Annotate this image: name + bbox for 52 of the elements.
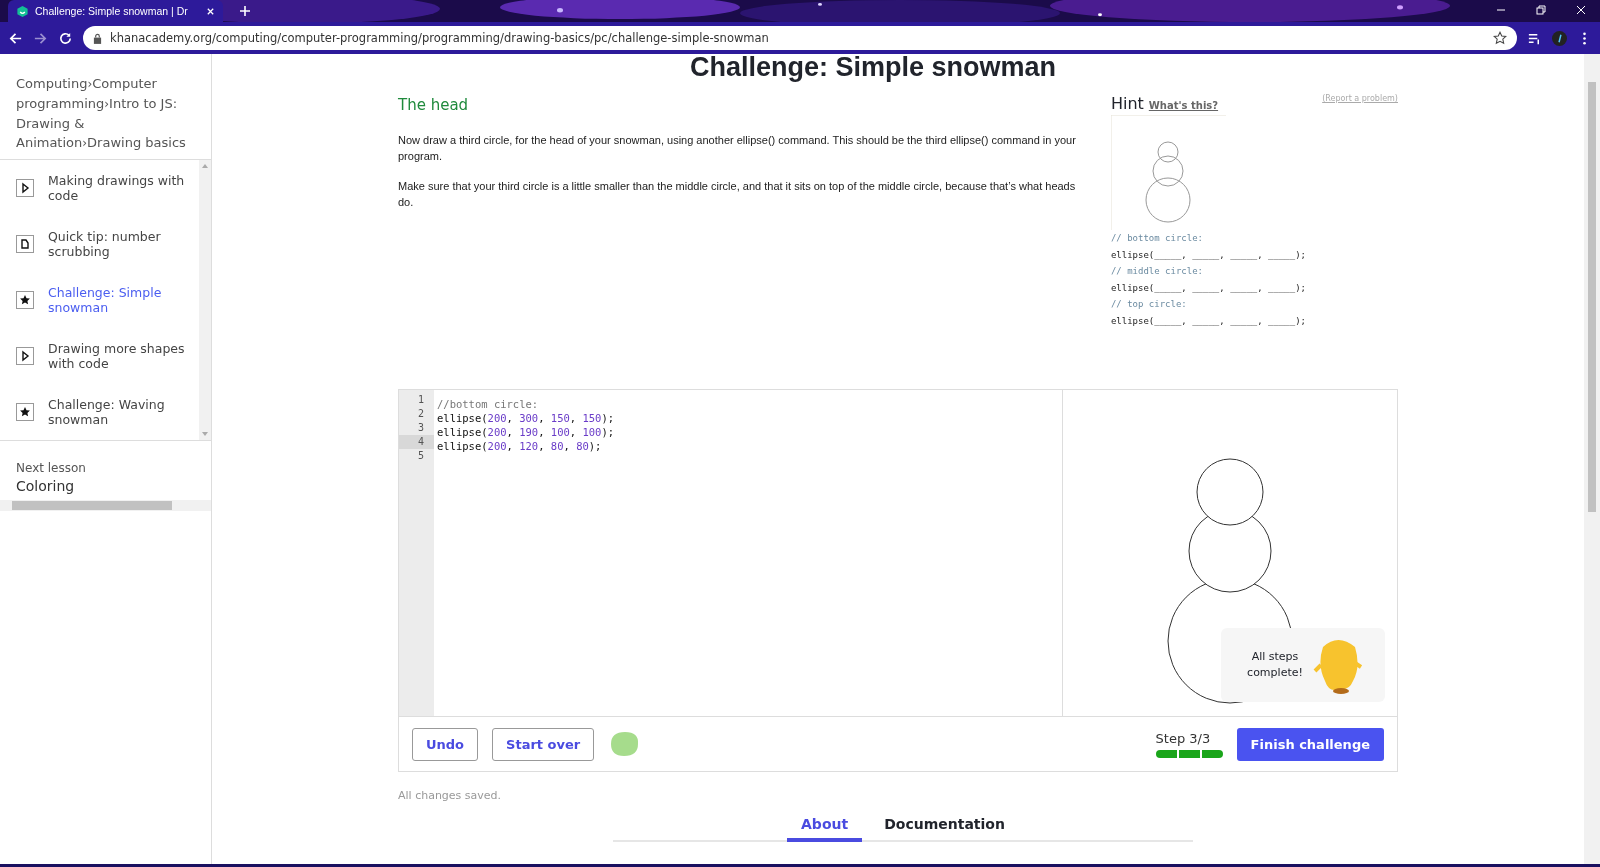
- lock-icon: [93, 32, 102, 44]
- lesson-item[interactable]: Challenge: Waving snowman: [0, 384, 199, 440]
- lesson-item[interactable]: Drawing more shapes with code: [0, 328, 199, 384]
- hint-code-line: ellipse(_____, _____, _____, _____);: [1110, 281, 1307, 295]
- toast-message: All steps complete!: [1246, 649, 1304, 681]
- star-icon[interactable]: [1493, 31, 1507, 45]
- horizontal-scrollbar[interactable]: [0, 500, 211, 511]
- blob-drawing: [608, 730, 641, 758]
- step-heading: The head: [398, 96, 470, 114]
- code-line: ellipse(200, 300, 150, 150);: [437, 412, 615, 424]
- hint-code-line: // top circle:: [1110, 298, 1188, 311]
- play-icon: [16, 179, 34, 197]
- lesson-item[interactable]: Making drawings with code: [0, 160, 199, 216]
- restore-icon[interactable]: [1536, 5, 1546, 15]
- code-line: //bottom circle:: [437, 398, 539, 410]
- breadcrumb-trail[interactable]: Computing›Computer programming›Intro to JS: Drawing & Animation›Drawing basics: [16, 74, 197, 153]
- instruction-paragraph: Now draw a third circle, for the head of your snowman, using another ellipse() command. This should be the third ellipse() command in your program.: [398, 133, 1077, 164]
- page-scrollbar[interactable]: [1584, 54, 1600, 864]
- page-title: Challenge: Simple snowman: [688, 54, 1058, 84]
- next-lesson-link[interactable]: Coloring: [16, 478, 195, 494]
- content-tab[interactable]: About: [787, 812, 863, 842]
- profile-avatar-icon[interactable]: [1552, 30, 1567, 46]
- plus-icon[interactable]: [239, 5, 251, 17]
- instruction-paragraph: Make sure that your third circle is a little smaller than the middle circle, and that it sits on top of the middle circle, because that’s what heads do.: [398, 179, 1077, 210]
- hint-code-line: // middle circle:: [1110, 265, 1205, 278]
- document-icon: [16, 235, 34, 253]
- next-lesson-label: Next lesson: [16, 461, 87, 475]
- finish-challenge-button[interactable]: Finish challenge: [1236, 727, 1384, 761]
- close-icon[interactable]: [206, 6, 215, 16]
- address-bar[interactable]: khanacademy.org/computing/computer-programming/programming/drawing-basics/pc/challenge-simple-snowman: [83, 26, 1517, 50]
- hexagon-logo-icon: [16, 4, 29, 18]
- lesson-item[interactable]: Quick tip: number scrubbing: [0, 216, 199, 272]
- line-number: 2: [416, 407, 425, 421]
- save-status: All changes saved.: [398, 789, 503, 802]
- hint-code-line: ellipse(_____, _____, _____, _____);: [1110, 314, 1307, 328]
- start-over-button[interactable]: Start over: [492, 727, 595, 761]
- undo-button[interactable]: Undo: [412, 727, 479, 761]
- step-counter: Step 3/3: [1155, 730, 1212, 746]
- code-line: ellipse(200, 120, 80, 80);: [437, 440, 602, 452]
- close-icon[interactable]: [1576, 5, 1586, 15]
- line-number: 3: [416, 421, 425, 435]
- content-tab[interactable]: Documentation: [870, 812, 1019, 842]
- hint-title: Hint: [1110, 94, 1144, 113]
- whats-this-link[interactable]: What's this?: [1148, 100, 1219, 111]
- line-number: 5: [416, 449, 425, 463]
- play-icon: [16, 347, 34, 365]
- code-line: ellipse(200, 190, 100, 100);: [437, 426, 615, 438]
- hint-code-line: ellipse(_____, _____, _____, _____);: [1110, 248, 1307, 262]
- line-number: 1: [416, 393, 425, 407]
- hint-code-line: // bottom circle:: [1110, 232, 1205, 245]
- line-number: 4: [399, 435, 434, 449]
- reload-icon[interactable]: [58, 30, 73, 46]
